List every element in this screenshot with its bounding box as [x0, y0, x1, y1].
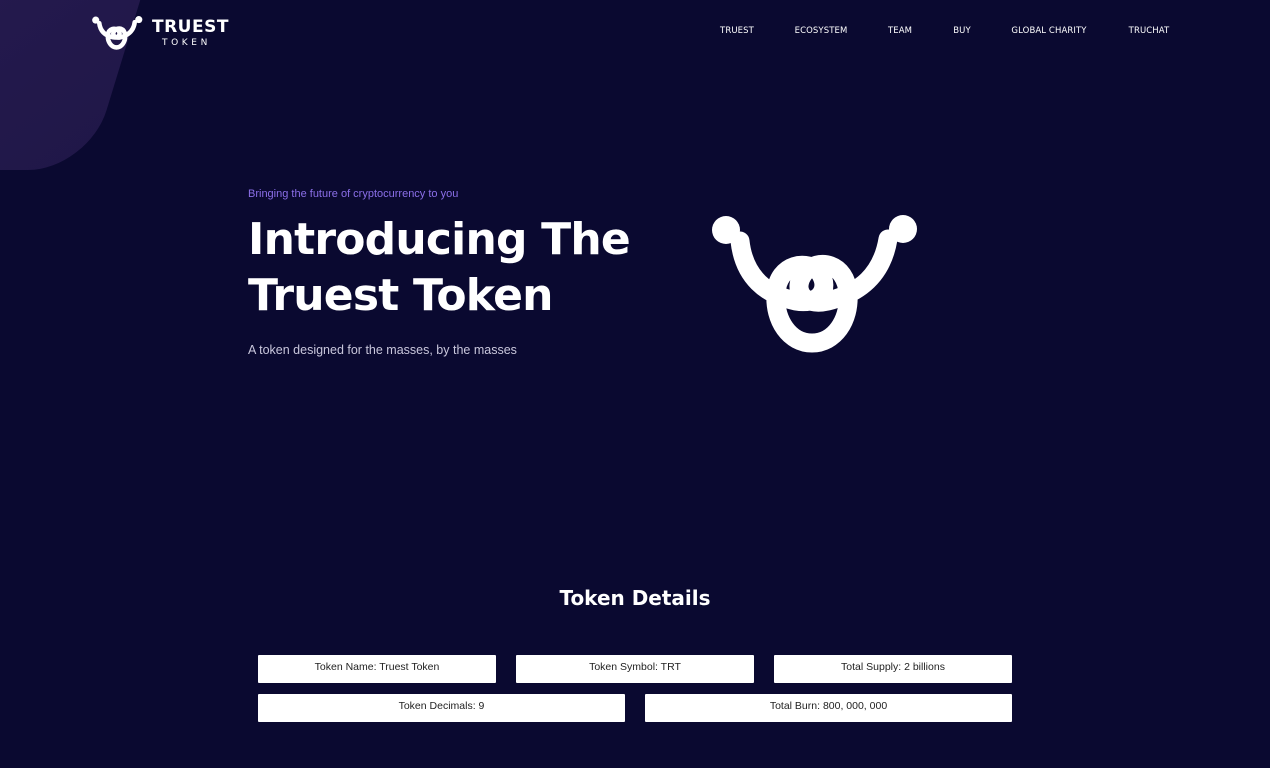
token-details-heading: Token Details [559, 586, 711, 610]
total-burn-box: Total Burn: 800, 000, 000 [645, 694, 1012, 722]
hero-truest-knot-logo-icon [702, 205, 926, 366]
hero-title: Introducing The Truest Token [248, 212, 631, 324]
hero-title-line-1: Introducing The [248, 214, 631, 265]
hero-title-line-2: Truest Token [248, 270, 553, 321]
nav-item-ecosystem[interactable]: ECOSYSTEM [795, 26, 848, 36]
nav-item-buy[interactable]: BUY [953, 26, 971, 36]
main-nav: TRUEST ECOSYSTEM TEAM BUY GLOBAL CHARITY… [0, 26, 1270, 40]
nav-item-global-charity[interactable]: GLOBAL CHARITY [1011, 26, 1086, 36]
nav-item-truchat[interactable]: TRUCHAT [1129, 26, 1170, 36]
hero-subtitle: A token designed for the masses, by the … [248, 343, 517, 357]
total-supply-box: Total Supply: 2 billions [774, 655, 1012, 683]
token-decimals-box: Token Decimals: 9 [258, 694, 625, 722]
hero-eyebrow: Bringing the future of cryptocurrency to… [248, 188, 459, 200]
token-symbol-box: Token Symbol: TRT [516, 655, 754, 683]
nav-item-truest[interactable]: TRUEST [720, 26, 754, 36]
nav-item-team[interactable]: TEAM [888, 26, 912, 36]
token-name-box: Token Name: Truest Token [258, 655, 496, 683]
